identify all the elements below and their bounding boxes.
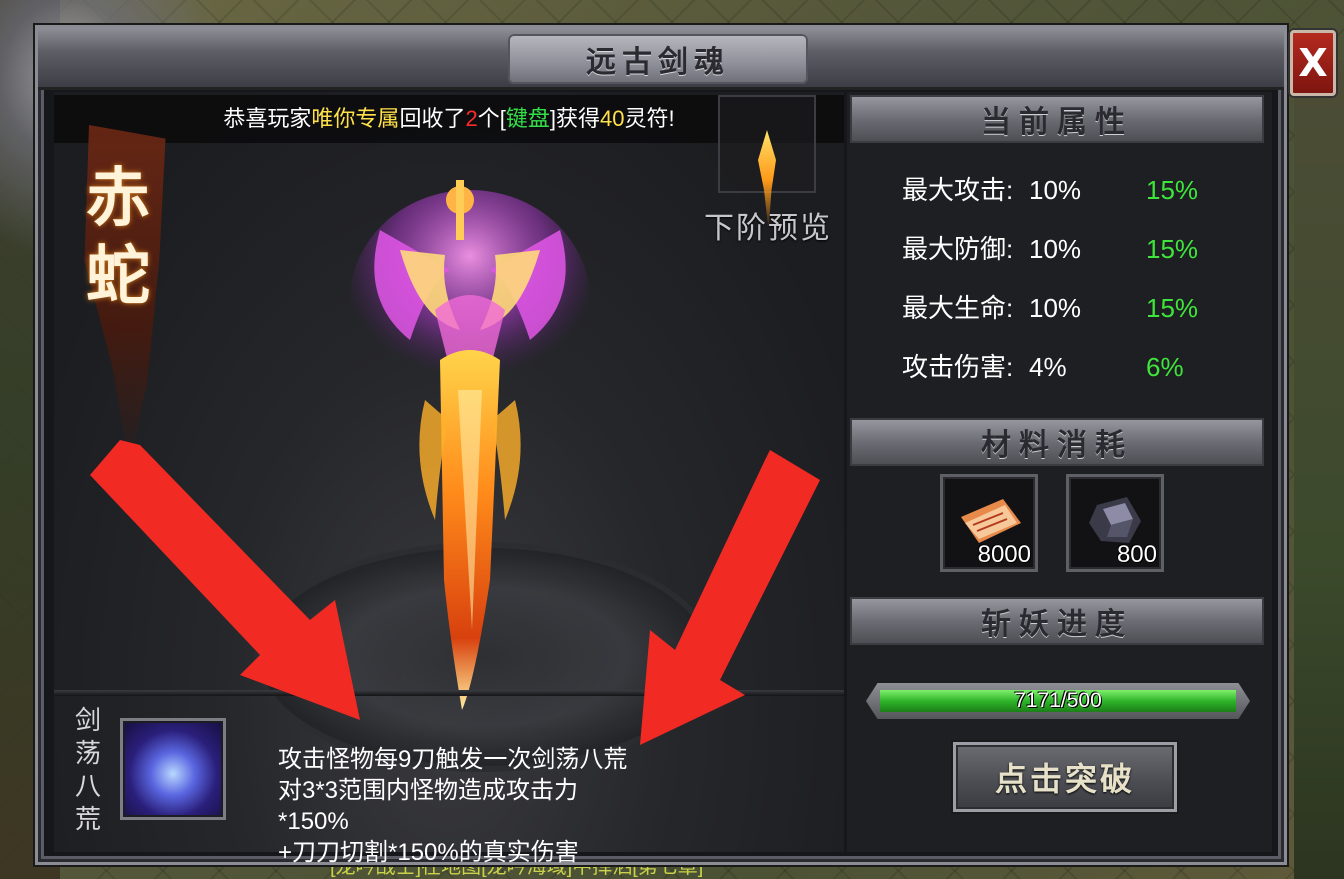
stat-current: 10% (1029, 234, 1082, 264)
panel-titlebar: 远古剑魂 (38, 28, 1284, 90)
skill-description: 攻击怪物每9刀触发一次剑荡八荒 对3*3范围内怪物造成攻击力 *150% +刀刀… (278, 744, 698, 868)
skill-desc-line: +刀刀切割*150%的真实伤害 (278, 839, 579, 866)
panel-title: 远古剑魂 (586, 45, 730, 80)
weapon-name: 赤 蛇 (78, 160, 158, 316)
stat-next: 15% (1146, 175, 1199, 205)
materials-title: 材料消耗 (981, 428, 1133, 463)
current-attributes-title: 当前属性 (981, 105, 1133, 140)
skill-desc-line: 对3*3范围内怪物造成攻击力 (278, 777, 579, 804)
stat-row-attack-damage: 攻击伤害: 4% 6% (902, 347, 1232, 387)
material-slot-ore[interactable]: 800 (1066, 474, 1164, 572)
stat-label: 最大防御: (902, 234, 1014, 264)
red-arrow-right-icon (640, 450, 820, 745)
stat-label: 攻击伤害: (902, 352, 1014, 382)
whirlwind-skill-icon[interactable] (120, 718, 226, 820)
material-count: 8000 (977, 541, 1031, 568)
announce-player: 唯你专属 (311, 106, 400, 131)
progress-text: 7171/500 (1014, 689, 1102, 712)
announce-prefix: 恭喜玩家 (223, 106, 312, 131)
announce-middle: 回收了 (399, 106, 466, 131)
title-plate: 远古剑魂 (508, 34, 808, 84)
skill-desc-line: *150% (278, 808, 349, 835)
stat-row-max-defense: 最大防御: 10% 15% (902, 229, 1232, 269)
red-arrow-left-icon (90, 440, 360, 720)
progress-title: 斩妖进度 (981, 607, 1133, 642)
current-attributes-header: 当前属性 (850, 95, 1264, 143)
announce-suffix: 灵符! (624, 106, 675, 131)
stat-next: 15% (1146, 234, 1199, 264)
stat-label: 最大生命: (902, 293, 1014, 323)
stat-row-max-health: 最大生命: 10% 15% (902, 288, 1232, 328)
world-background-right (1294, 60, 1344, 879)
material-slot-scroll[interactable]: 8000 (940, 474, 1038, 572)
weapon-name-line1: 赤 (86, 161, 150, 236)
material-count: 800 (1116, 541, 1157, 568)
announce-item: 键盘 (505, 106, 550, 131)
breakthrough-button[interactable]: 点击突破 (953, 742, 1177, 812)
progress-header: 斩妖进度 (850, 597, 1264, 645)
materials-header: 材料消耗 (850, 418, 1264, 466)
announce-count: 2 (465, 106, 478, 131)
weapon-name-line2: 蛇 (86, 239, 150, 314)
announce-reward: 40 (599, 106, 625, 131)
stat-next: 15% (1146, 293, 1199, 323)
stat-next: 6% (1146, 352, 1184, 382)
next-tier-preview-label: 下阶预览 (704, 211, 832, 246)
close-button[interactable]: X (1290, 30, 1336, 96)
stat-label: 最大攻击: (902, 175, 1014, 205)
stat-row-max-attack: 最大攻击: 10% 15% (902, 170, 1232, 210)
announce-after-item: ]获得 (549, 106, 600, 131)
stat-current: 10% (1029, 175, 1082, 205)
stat-current: 10% (1029, 293, 1082, 323)
announce-unit: 个[ (477, 106, 506, 131)
stat-current: 4% (1029, 352, 1067, 382)
